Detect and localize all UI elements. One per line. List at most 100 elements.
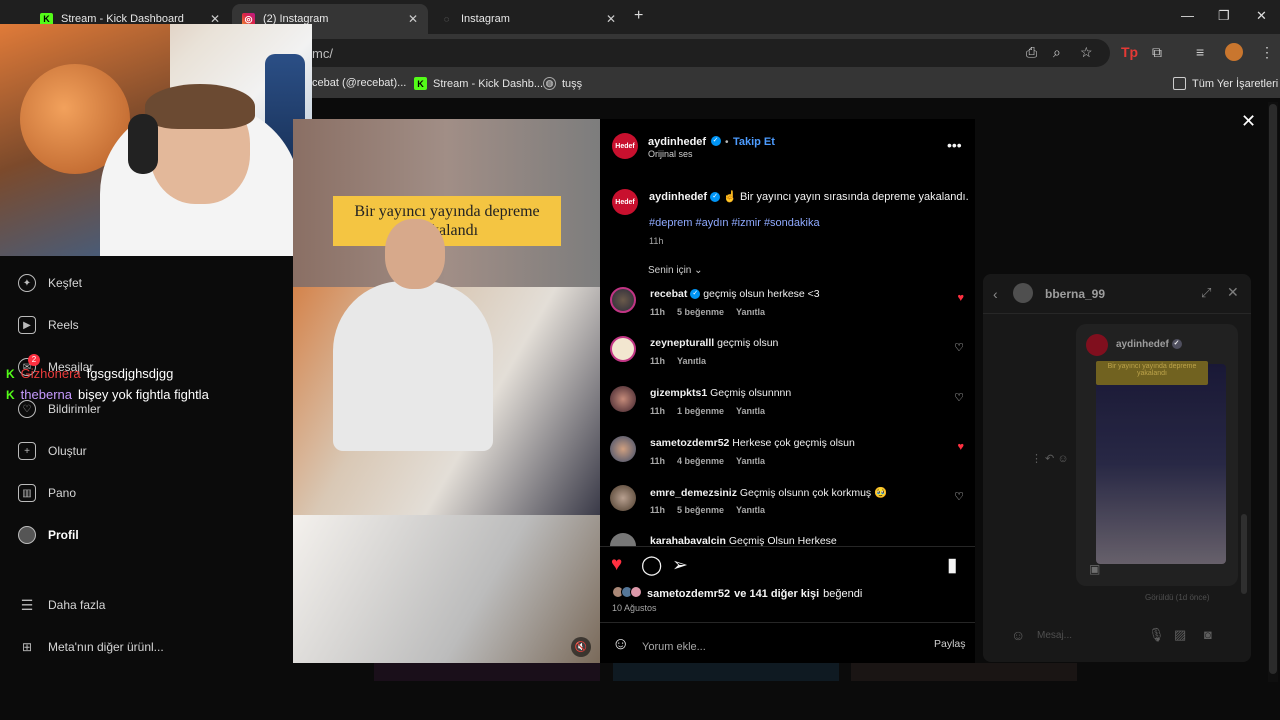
commenter-avatar[interactable]: [610, 436, 636, 462]
commenter-avatar[interactable]: [610, 287, 636, 313]
nav-profile[interactable]: Profil: [18, 526, 79, 544]
heart-icon[interactable]: ♡: [954, 490, 964, 503]
message-options-icon[interactable]: ⋮ ↶ ☺: [1031, 452, 1069, 465]
profile-avatar[interactable]: [1225, 43, 1243, 61]
reply-button[interactable]: Yanıtla: [677, 356, 706, 366]
dm-scrollbar[interactable]: [1241, 514, 1247, 594]
video-person-face: [385, 219, 445, 289]
url-bar[interactable]: mc/: [300, 39, 1110, 67]
bookmark-label: Stream - Kick Dashb...: [433, 77, 544, 90]
zoom-icon[interactable]: ⌕: [1053, 44, 1061, 61]
share-send-icon[interactable]: ➢: [672, 554, 688, 577]
comment-sort[interactable]: Senin için ⌄: [648, 265, 703, 276]
media-control-icon[interactable]: ≡: [1196, 44, 1204, 60]
comment-input[interactable]: Yorum ekle...: [642, 637, 912, 653]
close-icon[interactable]: ✕: [1227, 284, 1239, 301]
nav-reels[interactable]: ▶ Reels: [18, 316, 79, 334]
reply-button[interactable]: Yanıtla: [736, 307, 765, 317]
follow-button[interactable]: Takip Et: [733, 136, 775, 148]
heart-icon[interactable]: ♥: [957, 441, 964, 453]
commenter-username[interactable]: zeynepturalll: [650, 337, 714, 349]
avatar-text: Hedef: [615, 142, 635, 150]
close-tab-icon[interactable]: ✕: [606, 12, 616, 26]
author-username[interactable]: aydinhedef: [649, 191, 707, 203]
all-bookmarks[interactable]: Tüm Yer İşaretleri: [1173, 77, 1278, 90]
commenter-avatar[interactable]: [610, 336, 636, 362]
commenter-avatar[interactable]: [610, 485, 636, 511]
like-heart-icon[interactable]: ♥: [611, 554, 622, 576]
nav-more[interactable]: ☰ Daha fazla: [18, 596, 106, 614]
restore-icon[interactable]: ❐: [1218, 8, 1230, 24]
dashboard-icon: ▥: [18, 484, 36, 502]
dm-avatar[interactable]: [1013, 283, 1033, 303]
liker-username[interactable]: sametozdemr52: [647, 588, 730, 600]
window-close-icon[interactable]: ✕: [1256, 8, 1267, 24]
commenter-username[interactable]: gizempkts1: [650, 387, 707, 399]
expand-icon[interactable]: ⤢: [1201, 285, 1211, 301]
nav-label: Pano: [48, 486, 77, 500]
dm-username[interactable]: bberna_99: [1045, 287, 1105, 301]
audio-label[interactable]: Orijinal ses: [648, 149, 693, 159]
comment-icon[interactable]: ◯: [641, 554, 662, 577]
mute-icon[interactable]: 🔇: [571, 637, 591, 657]
message-input[interactable]: Mesaj...: [1037, 630, 1072, 641]
bookmark-star-icon[interactable]: ☆: [1080, 44, 1093, 61]
close-tab-icon[interactable]: ✕: [408, 12, 418, 26]
emoji-icon[interactable]: ☺: [1011, 627, 1025, 643]
comment-time: 11h: [650, 356, 666, 366]
comment-likes[interactable]: 5 beğenme: [677, 505, 724, 515]
scrollbar-thumb[interactable]: [1269, 104, 1277, 674]
close-modal-icon[interactable]: ✕: [1241, 111, 1256, 132]
comment-placeholder: Yorum ekle...: [642, 641, 706, 653]
reply-button[interactable]: Yanıtla: [736, 406, 765, 416]
author-username[interactable]: aydinhedef: [648, 136, 706, 148]
sticker-icon[interactable]: ◙: [1204, 627, 1212, 642]
background-reel-thumb: [374, 663, 600, 681]
bookmark-tuss[interactable]: ◍ tuşş: [543, 77, 582, 90]
comment-likes[interactable]: 1 beğenme: [677, 406, 724, 416]
reply-button[interactable]: Yanıtla: [736, 456, 765, 466]
chat-text: fgsgsdjghsdjgg: [86, 366, 174, 381]
save-bookmark-icon[interactable]: ▮: [947, 554, 957, 577]
nav-create[interactable]: + Oluştur: [18, 442, 87, 460]
more-options-icon[interactable]: •••: [947, 137, 962, 153]
comment-partial: karahabavalcin Geçmiş Olsun Herkese: [610, 533, 970, 546]
comment-likes[interactable]: 4 beğenme: [677, 456, 724, 466]
new-tab-button[interactable]: +: [634, 7, 643, 25]
image-icon[interactable]: ▨: [1174, 627, 1186, 643]
nav-explore[interactable]: ✦ Keşfet: [18, 274, 82, 292]
commenter-username[interactable]: sametozdemr52: [650, 437, 729, 449]
nav-notifications[interactable]: ♡ Bildirimler: [18, 400, 101, 418]
microphone-icon[interactable]: 🎙: [1148, 627, 1165, 643]
post-hashtags[interactable]: #deprem #aydın #izmir #sondakika: [649, 217, 820, 229]
extensions-icon[interactable]: ⧉: [1152, 44, 1162, 61]
video-person: [333, 281, 493, 451]
install-app-icon[interactable]: ⎙: [1026, 44, 1037, 61]
nav-dashboard[interactable]: ▥ Pano: [18, 484, 76, 502]
commenter-username[interactable]: karahabavalcin: [650, 535, 726, 546]
commenter-username[interactable]: recebat: [650, 288, 687, 300]
post-comment-button[interactable]: Paylaş: [934, 638, 966, 650]
browser-menu-icon[interactable]: ⋮: [1260, 44, 1274, 61]
nav-meta-apps[interactable]: ⊞ Meta'nın diğer ürünl...: [18, 638, 164, 656]
back-icon[interactable]: ‹: [993, 286, 998, 302]
reel-video[interactable]: Bir yayıncı yayında depreme yakalandı 🔇: [293, 119, 600, 663]
likes-count[interactable]: ve 141 diğer kişi: [734, 588, 819, 600]
heart-icon[interactable]: ♡: [954, 391, 964, 404]
bookmark-recebat[interactable]: cebat (@recebat)...: [312, 77, 406, 89]
heart-icon[interactable]: ♥: [957, 292, 964, 304]
author-avatar[interactable]: Hedef: [612, 133, 638, 159]
extension-tp-icon[interactable]: Tp: [1121, 44, 1138, 60]
tab-instagram[interactable]: ◌ Instagram ✕: [430, 4, 626, 34]
commenter-avatar[interactable]: [610, 386, 636, 412]
dm-window: ‹ bberna_99 ⤢ ✕ aydinhedef ✓ Bir yayıncı…: [983, 274, 1251, 662]
author-avatar[interactable]: Hedef: [612, 189, 638, 215]
minimize-icon[interactable]: —: [1181, 8, 1194, 23]
emoji-icon[interactable]: ☺: [612, 634, 629, 654]
bookmark-kick[interactable]: K Stream - Kick Dashb...: [414, 77, 543, 90]
heart-icon[interactable]: ♡: [954, 341, 964, 354]
reply-button[interactable]: Yanıtla: [736, 505, 765, 515]
commenter-username[interactable]: emre_demezsiniz: [650, 487, 737, 499]
comment-likes[interactable]: 5 beğenme: [677, 307, 724, 317]
commenter-avatar[interactable]: [610, 533, 636, 546]
